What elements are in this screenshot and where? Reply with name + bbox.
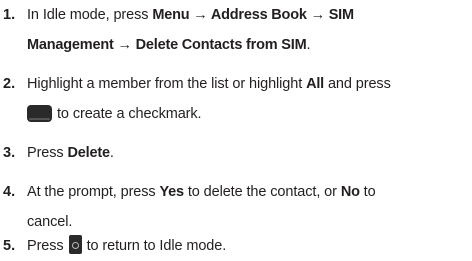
- step-number: 5.: [3, 238, 16, 254]
- management-label: Management: [27, 37, 114, 53]
- step-text: Press to return to Idle mode.: [27, 231, 468, 261]
- step-text: Highlight a member from the list or high…: [27, 69, 468, 99]
- step-text-line-2: to create a checkmark.: [27, 99, 468, 129]
- text: and press: [324, 76, 391, 92]
- delete-contacts-label: Delete Contacts from SIM: [135, 37, 307, 53]
- end-key-icon: [68, 235, 82, 254]
- step-number: 4.: [3, 184, 16, 200]
- text: Press: [27, 238, 64, 254]
- step-number: 1.: [3, 7, 16, 23]
- step-text-line-2: Management → Delete Contacts from SIM.: [27, 30, 468, 60]
- menu-label: Menu: [152, 7, 190, 23]
- menu-key-icon: [27, 105, 52, 122]
- text: .: [306, 37, 311, 53]
- yes-label: Yes: [159, 184, 185, 200]
- step-number: 2.: [3, 76, 16, 92]
- text: .: [109, 145, 114, 161]
- text: to return to Idle mode.: [86, 238, 227, 254]
- step-number: 3.: [3, 145, 16, 161]
- address-book-label: Address Book: [210, 7, 307, 23]
- no-label: No: [340, 184, 360, 200]
- all-label: All: [306, 76, 325, 92]
- text: to: [359, 184, 376, 200]
- text: Press: [27, 145, 68, 161]
- arrow: →: [189, 7, 211, 23]
- step-text: At the prompt, press Yes to delete the c…: [27, 177, 468, 207]
- text: At the prompt, press: [27, 184, 160, 200]
- text: to create a checkmark.: [57, 106, 202, 122]
- text: Highlight a member from the list or high…: [27, 76, 307, 92]
- arrow: →: [113, 37, 136, 53]
- text: to delete the contact, or: [183, 184, 341, 200]
- step-text: Press Delete.: [27, 138, 468, 168]
- sim-label: SIM: [328, 7, 354, 23]
- text: In Idle mode, press: [27, 7, 153, 23]
- text: cancel.: [27, 214, 73, 230]
- step-text: In Idle mode, press Menu → Address Book …: [27, 0, 468, 30]
- arrow: →: [306, 7, 329, 23]
- delete-label: Delete: [67, 145, 111, 161]
